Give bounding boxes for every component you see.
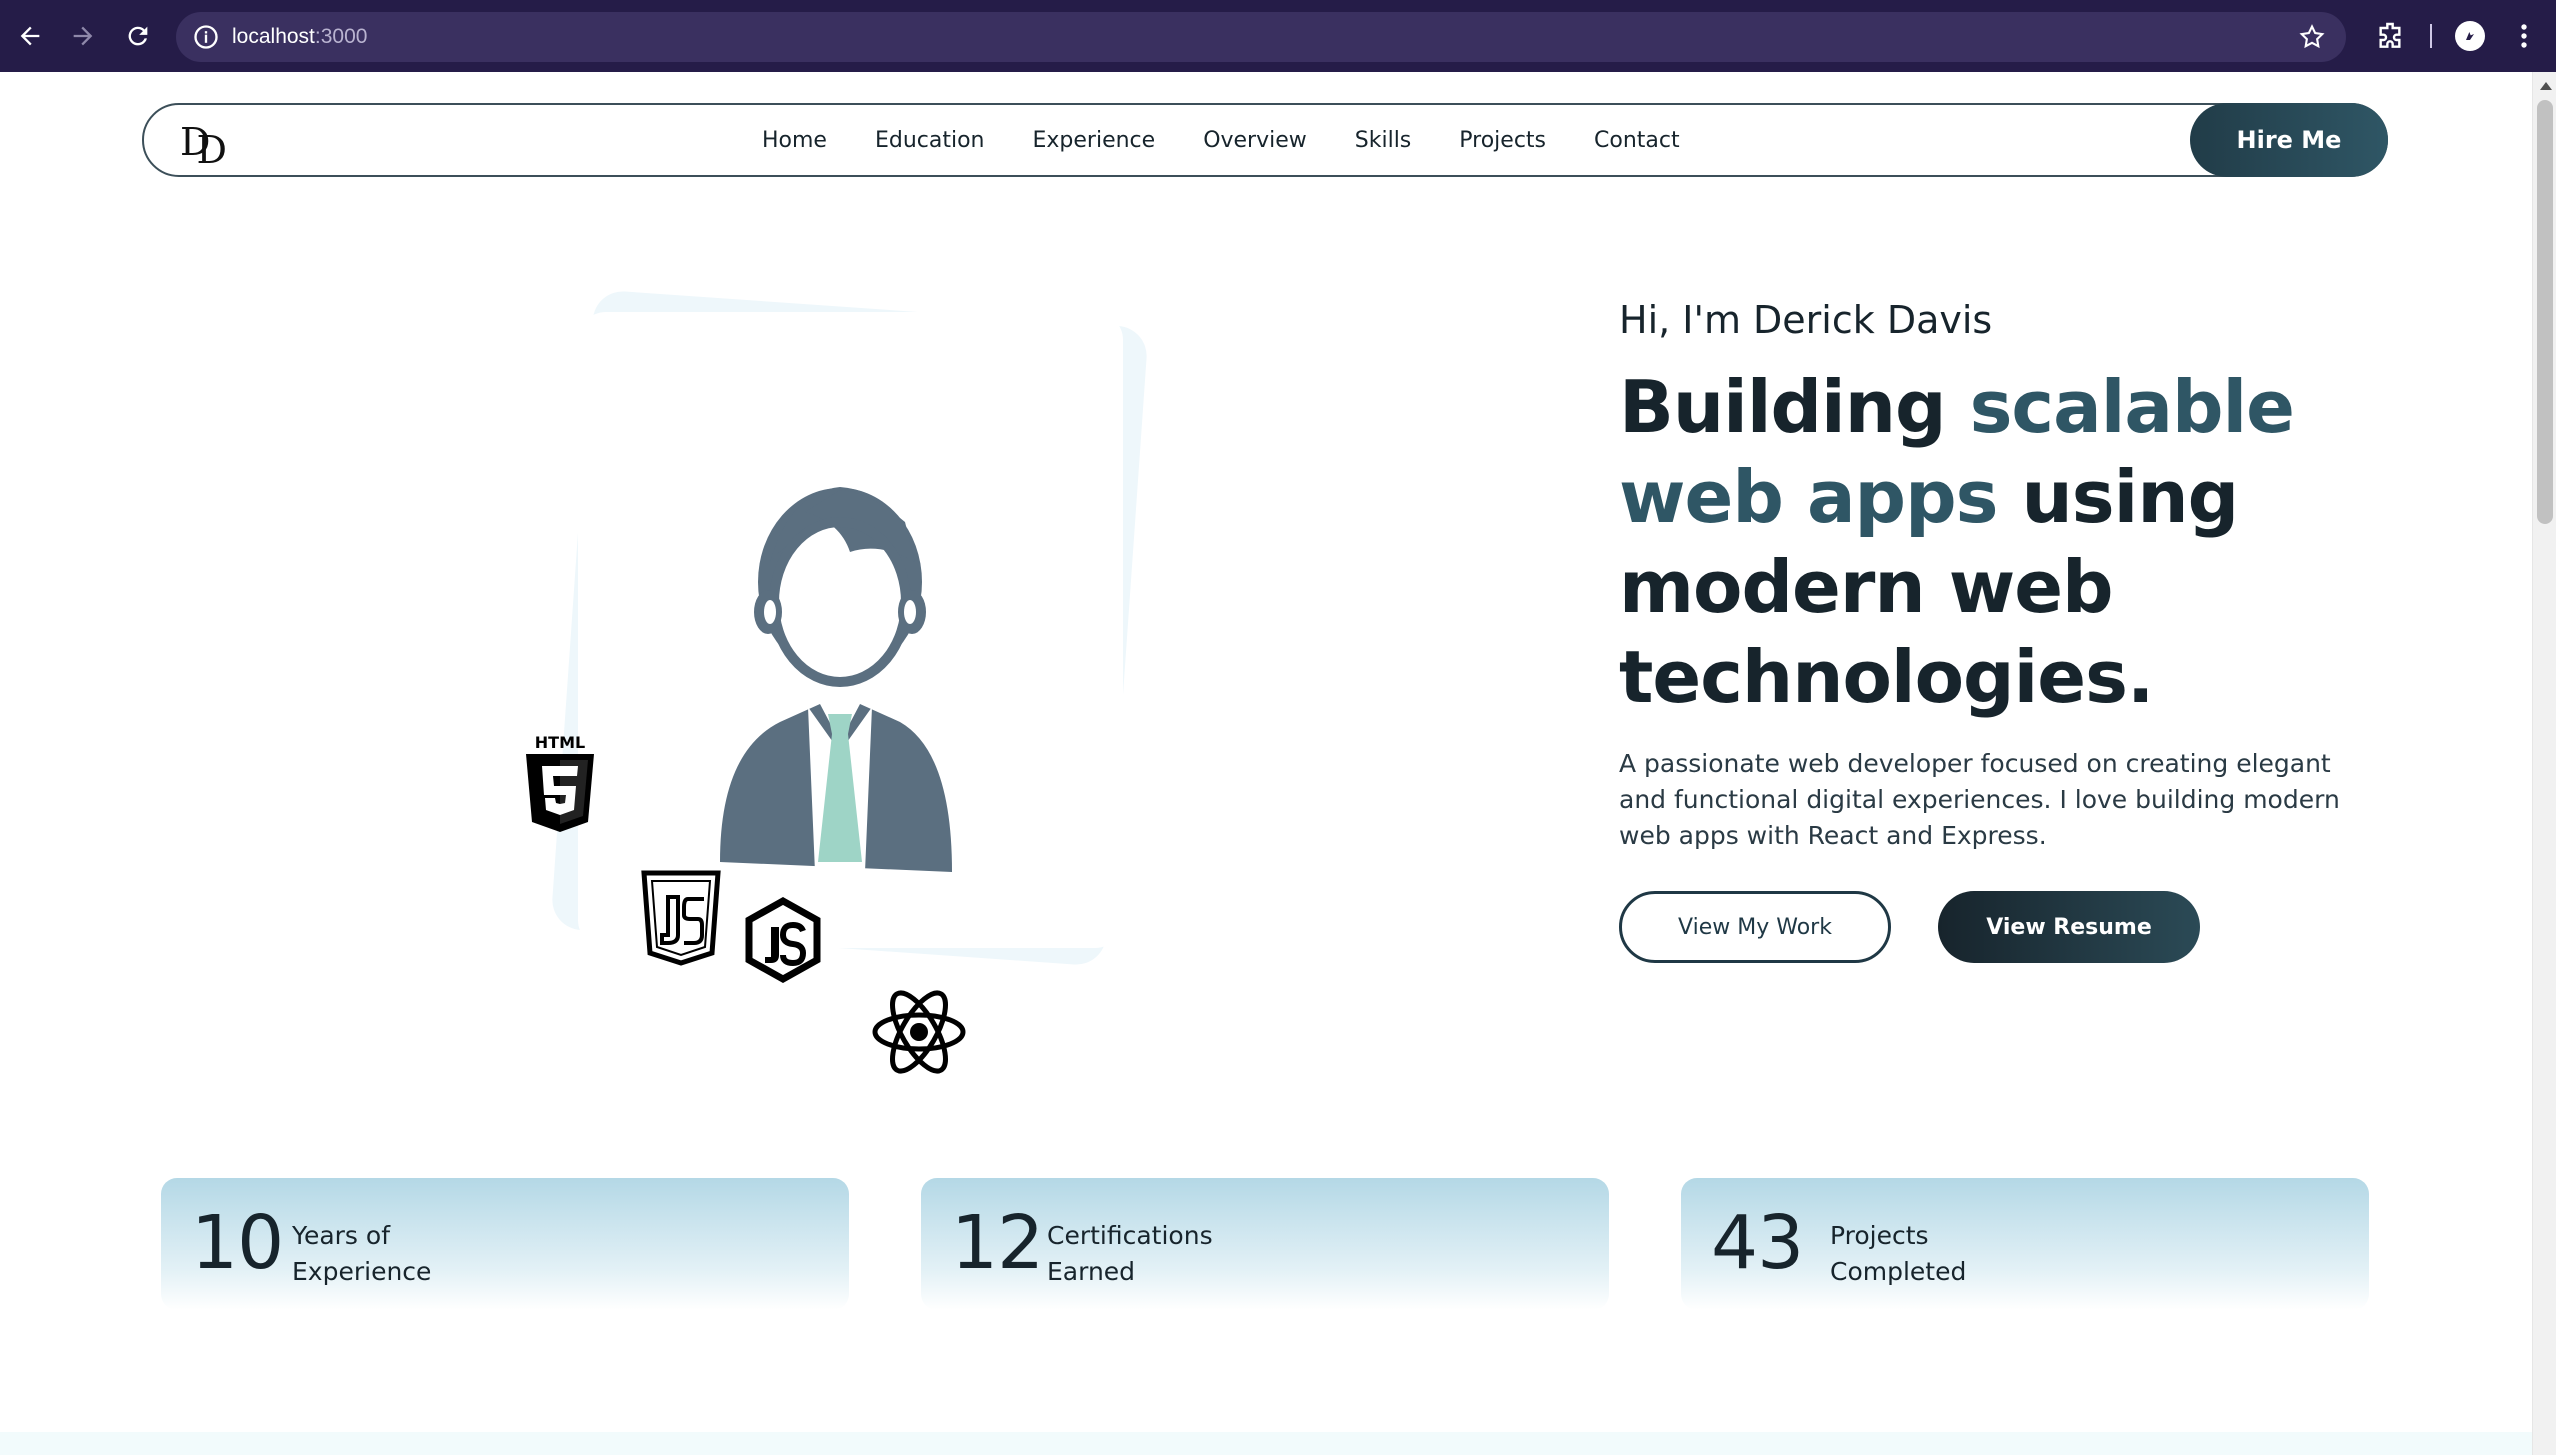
scrollbar-thumb[interactable] bbox=[2537, 100, 2553, 524]
stat-number: 10 bbox=[191, 1200, 284, 1286]
logo-letter-d1: D bbox=[180, 120, 211, 164]
next-section-edge bbox=[0, 1432, 2532, 1455]
hero-description: A passionate web developer focused on cr… bbox=[1619, 749, 2340, 850]
stat-card-certifications: 12 Certifications Earned bbox=[921, 1178, 1609, 1310]
stat-card-experience: 10 Years of Experience bbox=[161, 1178, 849, 1310]
nav-link-skills[interactable]: Skills bbox=[1355, 128, 1412, 153]
stat-label-line2: Completed bbox=[1830, 1257, 1967, 1286]
logo-letter-d2: D bbox=[196, 128, 227, 172]
bookmark-star-icon[interactable] bbox=[2298, 23, 2326, 51]
profile-icon bbox=[2466, 32, 2474, 40]
stat-label: Years of Experience bbox=[292, 1218, 431, 1290]
site-info-icon[interactable] bbox=[192, 23, 220, 51]
url-host: localhost bbox=[232, 25, 315, 48]
stat-label-line2: Earned bbox=[1047, 1257, 1136, 1286]
reload-icon bbox=[128, 26, 148, 46]
html5-icon: HTML bbox=[526, 733, 594, 832]
reload-button[interactable] bbox=[120, 18, 156, 54]
view-resume-button[interactable]: View Resume bbox=[1938, 891, 2200, 963]
site-logo[interactable]: DD bbox=[180, 117, 230, 172]
nodejs-icon bbox=[745, 897, 821, 983]
stat-label-line2: Experience bbox=[292, 1257, 432, 1286]
stat-label-line1: Projects bbox=[1830, 1221, 1929, 1250]
stat-label-line1: Certifications bbox=[1047, 1221, 1213, 1250]
nav-link-education[interactable]: Education bbox=[875, 128, 985, 153]
react-icon bbox=[872, 990, 966, 1074]
nav-link-projects[interactable]: Projects bbox=[1459, 128, 1546, 153]
site-navbar: DD Home Education Experience Overview Sk… bbox=[142, 103, 2388, 177]
developer-avatar-illustration bbox=[720, 487, 952, 872]
page-scrollbar[interactable] bbox=[2532, 72, 2556, 1455]
nav-link-experience[interactable]: Experience bbox=[1033, 128, 1156, 153]
extensions-puzzle-icon[interactable] bbox=[2374, 20, 2406, 52]
html5-label: HTML bbox=[535, 733, 585, 752]
stat-label: Projects Completed bbox=[1830, 1218, 1966, 1290]
hero-headline: Building scalable web apps using modern … bbox=[1619, 362, 2379, 722]
nav-link-overview[interactable]: Overview bbox=[1203, 128, 1307, 153]
stat-label: Certifications Earned bbox=[1047, 1218, 1213, 1290]
forward-arrow-icon bbox=[73, 26, 93, 46]
stat-label-line1: Years of bbox=[292, 1221, 390, 1250]
stat-number: 12 bbox=[951, 1200, 1044, 1286]
hero-greeting: Hi, I'm Derick Davis bbox=[1619, 298, 1993, 342]
profile-avatar[interactable] bbox=[2455, 21, 2485, 51]
url-port: :3000 bbox=[314, 25, 368, 48]
back-button[interactable] bbox=[12, 18, 48, 54]
stat-card-projects: 43 Projects Completed bbox=[1681, 1178, 2369, 1310]
toolbar-divider bbox=[2430, 24, 2432, 48]
hire-me-button[interactable]: Hire Me bbox=[2190, 103, 2388, 177]
headline-part-1: Building bbox=[1619, 365, 1970, 449]
address-bar[interactable]: localhost:3000 bbox=[176, 12, 2346, 62]
page-viewport: DD Home Education Experience Overview Sk… bbox=[0, 72, 2532, 1455]
url-text: localhost:3000 bbox=[232, 12, 367, 62]
browser-toolbar: localhost:3000 bbox=[0, 0, 2556, 72]
javascript-icon bbox=[641, 870, 721, 966]
scroll-up-arrow-icon[interactable] bbox=[2540, 82, 2552, 90]
nav-link-home[interactable]: Home bbox=[762, 128, 827, 153]
stat-number: 43 bbox=[1711, 1200, 1804, 1286]
nav-link-contact[interactable]: Contact bbox=[1594, 128, 1680, 153]
forward-button[interactable] bbox=[65, 18, 101, 54]
back-arrow-icon bbox=[20, 26, 40, 46]
kebab-menu-icon[interactable] bbox=[2510, 18, 2538, 54]
nav-links: Home Education Experience Overview Skill… bbox=[762, 105, 1728, 175]
view-my-work-button[interactable]: View My Work bbox=[1619, 891, 1891, 963]
